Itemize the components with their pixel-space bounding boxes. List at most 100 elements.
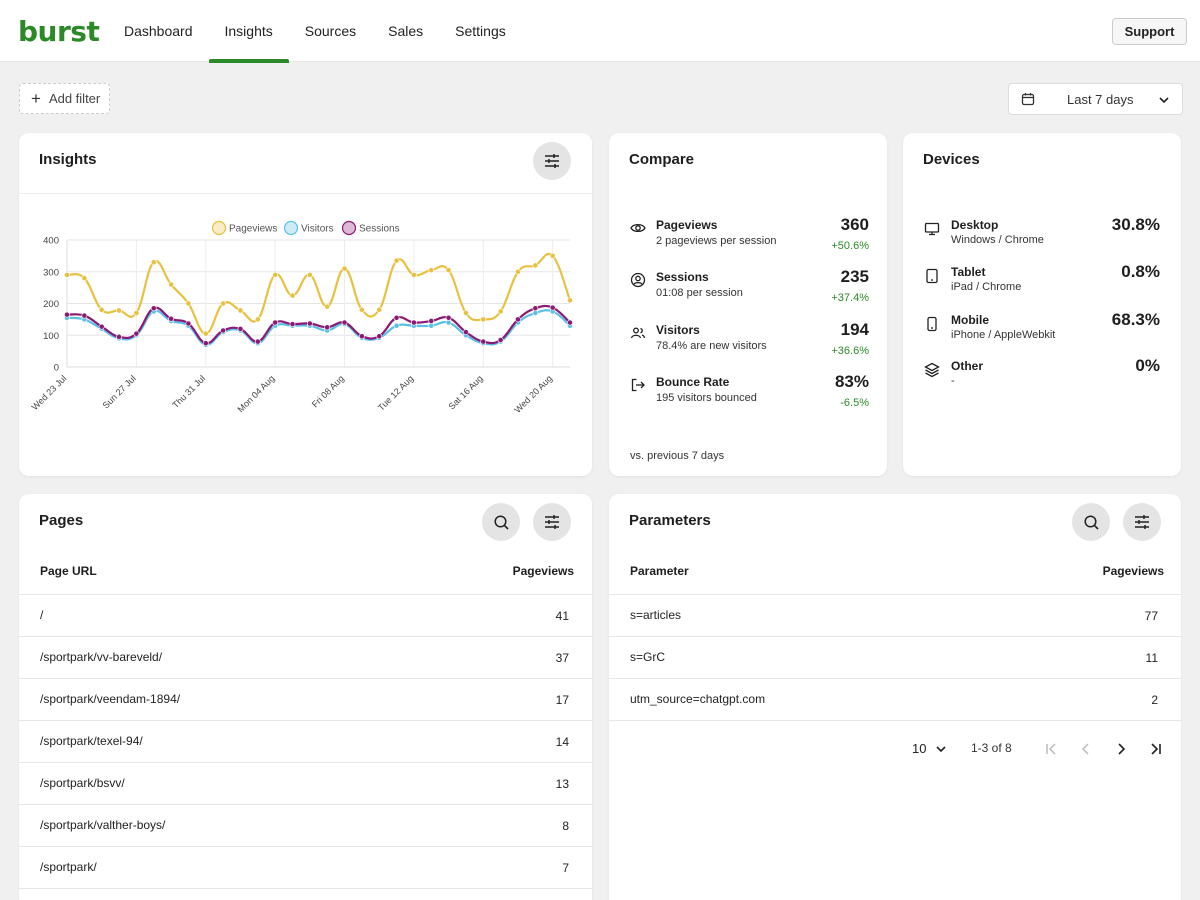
support-button[interactable]: Support (1112, 18, 1187, 45)
date-range-select[interactable]: Last 7 days (1008, 83, 1183, 115)
column-header-pageviews[interactable]: Pageviews (1103, 564, 1164, 578)
legend-label: Visitors (301, 224, 334, 235)
data-point-sessions (532, 305, 539, 312)
last-page-icon[interactable] (1147, 740, 1165, 758)
data-point-pageviews (515, 268, 521, 275)
data-point-sessions (254, 338, 261, 345)
table-row[interactable]: /sportpark/bsvv/13 (19, 762, 592, 804)
table-row[interactable]: /sportpark/vv-bareveld/37 (19, 636, 592, 678)
pages-search-button[interactable] (482, 503, 520, 541)
compare-row-sessions: Sessions 01:08 per session 235 +37.4% (609, 267, 887, 320)
table-row[interactable]: /sportpark/valther-boys/8 (19, 804, 592, 846)
table-row[interactable]: /sportpark/7 (19, 846, 592, 888)
data-point-sessions (98, 323, 105, 330)
calendar-icon (1021, 92, 1035, 109)
compare-name: Sessions (656, 270, 709, 284)
table-row[interactable]: /sportpark/texel-94/14 (19, 720, 592, 762)
desktop-icon (924, 221, 940, 242)
pages-table: / 41 /sportpark/vv-bareveld/37 /sportpark… (19, 594, 592, 889)
table-row[interactable]: utm_source=chatgpt.com 2 (609, 678, 1181, 720)
parameter-name: s=GrC (630, 650, 666, 664)
table-end-divider (19, 888, 592, 889)
exit-icon (630, 377, 646, 398)
search-icon (493, 514, 509, 530)
devices-card: Devices Desktop Windows / Chrome 30.8% T… (903, 133, 1181, 476)
data-point-visitors (393, 322, 400, 329)
column-header-page-url[interactable]: Page URL (40, 564, 97, 578)
first-page-icon[interactable] (1042, 740, 1060, 758)
data-point-sessions (324, 324, 331, 331)
compare-title: Compare (629, 151, 695, 168)
page-url: /sportpark/ (40, 860, 97, 874)
compare-row-visitors: Visitors 78.4% are new visitors 194 +36.… (609, 320, 887, 373)
table-end-divider (609, 720, 1181, 721)
table-row[interactable]: s=articles 77 (609, 594, 1181, 636)
compare-change: +50.6% (831, 240, 869, 252)
data-point-pageviews (445, 267, 452, 274)
devices-title: Devices (923, 151, 980, 168)
device-sub: iPhone / AppleWebkit (951, 329, 1056, 341)
nav-dashboard[interactable]: Dashboard (108, 0, 209, 62)
nav-sales[interactable]: Sales (372, 0, 439, 62)
device-row-tablet: Tablet iPad / Chrome 0.8% (903, 262, 1181, 305)
pageviews-value: 2 (1151, 693, 1158, 707)
data-point-pageviews (133, 310, 140, 316)
compare-value: 194 (840, 320, 869, 339)
prev-page-icon[interactable] (1077, 740, 1095, 758)
pageviews-value: 41 (555, 609, 569, 623)
page-url: / (40, 608, 44, 622)
data-point-pageviews (272, 272, 279, 278)
pages-settings-button[interactable] (533, 503, 571, 541)
user-circle-icon (630, 272, 646, 293)
data-point-sessions (168, 315, 174, 322)
data-point-sessions (81, 312, 88, 319)
nav-sources[interactable]: Sources (289, 0, 372, 62)
data-point-sessions (306, 320, 313, 327)
legend-swatch (283, 220, 299, 236)
x-tick-label: Wed 23 Jul (30, 373, 69, 412)
nav-settings[interactable]: Settings (439, 0, 522, 62)
data-point-pageviews (497, 308, 504, 315)
insights-title: Insights (39, 151, 97, 168)
table-row[interactable]: s=GrC 11 (609, 636, 1181, 678)
y-tick-label: 0 (54, 363, 59, 374)
column-header-parameter[interactable]: Parameter (630, 564, 689, 578)
device-sub: iPad / Chrome (951, 281, 1022, 293)
data-point-visitors (445, 319, 452, 326)
next-page-icon[interactable] (1112, 740, 1130, 758)
data-point-pageviews (64, 272, 70, 278)
data-point-pageviews (202, 330, 209, 337)
page-size-select[interactable]: 10 (912, 741, 926, 756)
data-point-sessions (272, 319, 279, 326)
parameters-table: s=articles 77 s=GrC 11 utm_source=chatgpt.… (609, 594, 1181, 721)
compare-name: Bounce Rate (656, 375, 730, 389)
compare-name: Visitors (656, 323, 700, 337)
table-row[interactable]: /sportpark/veendam-1894/17 (19, 678, 592, 720)
device-name: Desktop (951, 218, 999, 232)
compare-change: +36.6% (831, 345, 869, 357)
mobile-icon (924, 316, 940, 337)
chevron-down-icon[interactable] (935, 743, 947, 758)
nav-insights[interactable]: Insights (208, 0, 290, 63)
compare-sub: 01:08 per session (656, 287, 743, 299)
add-filter-button[interactable]: + Add filter (19, 83, 110, 114)
device-value: 30.8% (1111, 215, 1160, 234)
column-header-pageviews[interactable]: Pageviews (513, 564, 574, 578)
data-point-pageviews (410, 272, 417, 278)
data-point-pageviews (376, 306, 383, 313)
x-tick-label: Fri 08 Aug (310, 373, 346, 409)
sliders-icon (545, 154, 559, 168)
pages-title: Pages (39, 512, 84, 529)
parameters-settings-button[interactable] (1123, 503, 1161, 541)
compare-sub: 195 visitors bounced (656, 392, 757, 404)
compare-card: Compare Pageviews 2 pageviews per sessio… (609, 133, 887, 476)
legend-swatch (341, 220, 357, 236)
insights-settings-button[interactable] (533, 142, 571, 180)
data-point-pageviews (168, 281, 174, 288)
parameters-search-button[interactable] (1072, 503, 1110, 541)
pagination: 10 1-3 of 8 (609, 737, 1181, 761)
pageviews-value: 13 (555, 777, 569, 791)
data-point-sessions (64, 311, 70, 318)
logo[interactable]: burst (18, 15, 100, 48)
table-row[interactable]: / 41 (19, 594, 592, 636)
